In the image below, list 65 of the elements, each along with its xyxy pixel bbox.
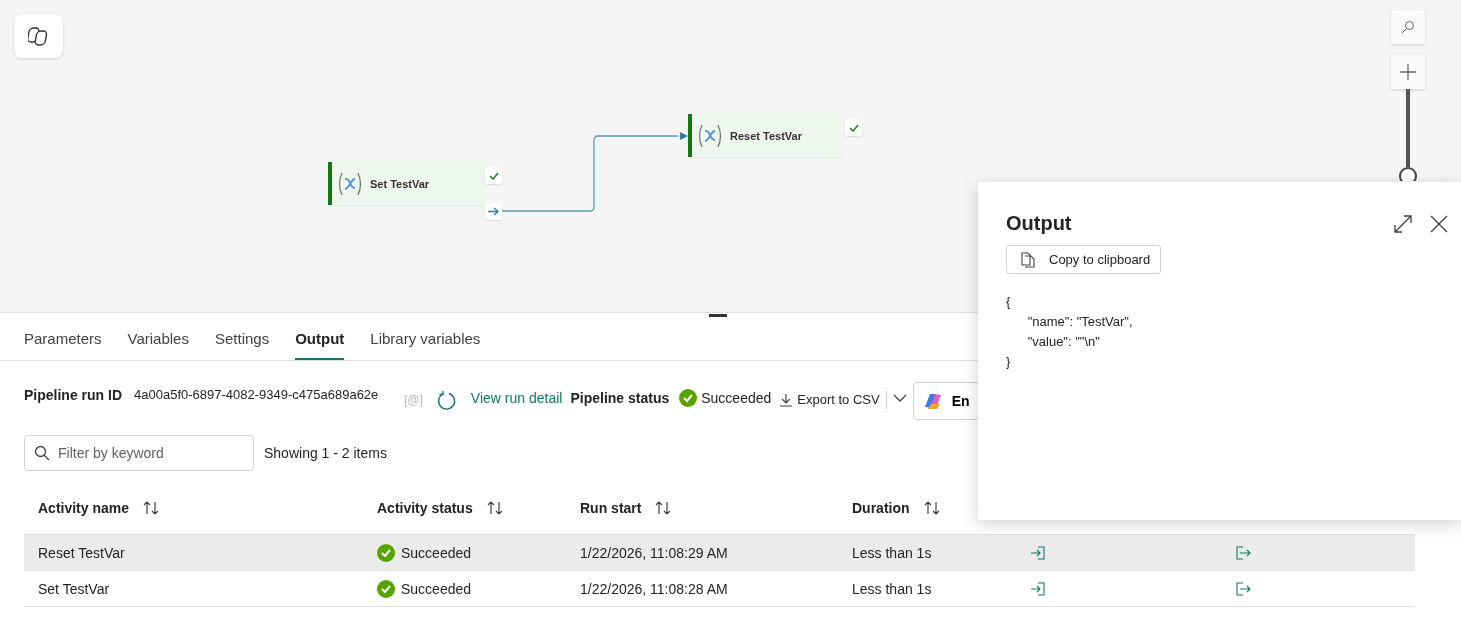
activity-node-name: Set TestVar: [370, 177, 430, 190]
sort-icon[interactable]: [923, 499, 940, 516]
column-header: Activity status: [377, 499, 473, 516]
sort-icon[interactable]: [655, 499, 672, 516]
item-count: Showing 1 - 2 items: [264, 445, 387, 461]
copy-to-clipboard-button[interactable]: Copy to clipboard: [1006, 245, 1162, 274]
search-icon: [1401, 20, 1415, 34]
copilot-action-button[interactable]: En: [912, 382, 979, 420]
tab[interactable]: Settings: [214, 313, 270, 360]
input-icon[interactable]: [1030, 581, 1046, 596]
arrow-icon: [488, 207, 499, 216]
column-header: Duration: [852, 499, 910, 516]
sort-icon[interactable]: [486, 499, 503, 516]
table-cell: Less than 1s: [852, 544, 932, 561]
table-row[interactable]: Reset TestVar Succeeded 1/22/2026, 11:08:29 AM Less than 1s: [24, 535, 1415, 571]
splitter-handle[interactable]: [709, 314, 727, 317]
column-header: Run start: [580, 499, 642, 516]
activity-node[interactable]: Set TestVar: [328, 162, 483, 205]
activity-node[interactable]: Reset TestVar: [688, 114, 843, 157]
table-cell: Reset TestVar: [38, 544, 125, 561]
variable-icon: [696, 122, 724, 149]
plus-icon: [1400, 64, 1416, 80]
table-row[interactable]: Set TestVar Succeeded 1/22/2026, 11:08:28 AM Less than 1s: [24, 571, 1415, 607]
input-icon[interactable]: [1030, 545, 1046, 560]
table-cell: Succeeded: [401, 580, 472, 597]
download-icon: [779, 392, 794, 407]
run-id: 4a00a5f0-6897-4082-9349-c475a689a62e: [134, 386, 380, 404]
tab[interactable]: Output: [295, 313, 345, 360]
variable-icon: [336, 170, 364, 197]
output-icon[interactable]: [1235, 581, 1251, 596]
check-icon: [488, 171, 499, 180]
run-id-label: Pipeline run ID: [24, 386, 122, 405]
success-icon: [377, 543, 395, 562]
export-csv-button[interactable]: Export to CSV: [779, 392, 880, 407]
copilot-button[interactable]: [14, 14, 63, 58]
column-header: Activity name: [38, 499, 130, 516]
close-icon[interactable]: [1429, 213, 1449, 234]
table-cell: Succeeded: [401, 544, 472, 561]
panel-title: Output: [1006, 212, 1072, 235]
pipeline-status: Succeeded: [701, 390, 772, 406]
success-icon: [377, 579, 395, 598]
table-cell: Less than 1s: [852, 580, 932, 597]
activity-node-name: Reset TestVar: [730, 129, 802, 142]
filter-field[interactable]: Filter by keyword: [24, 435, 254, 471]
sort-icon[interactable]: [143, 499, 160, 516]
view-run-detail-link[interactable]: View run detail: [470, 390, 563, 406]
output-icon[interactable]: [1235, 545, 1251, 560]
copilot-icon: [27, 26, 50, 46]
zoom-in-button[interactable]: [1391, 55, 1425, 89]
copy-icon: [1021, 251, 1035, 268]
tab[interactable]: Parameters: [24, 313, 102, 360]
search-button[interactable]: [1391, 10, 1425, 44]
success-icon: [679, 389, 698, 407]
zoom-slider-drawing[interactable]: [1398, 89, 1418, 181]
table-cell: Set TestVar: [38, 580, 110, 597]
refresh-icon[interactable]: [436, 391, 457, 411]
table-cell: 1/22/2026, 11:08:28 AM: [580, 580, 728, 597]
tab[interactable]: Variables: [127, 313, 189, 360]
tab[interactable]: Library variables: [370, 313, 481, 360]
pipeline-status-label: Pipeline status: [570, 390, 670, 406]
next-badge[interactable]: [485, 203, 502, 220]
table-cell: 1/22/2026, 11:08:29 AM: [580, 544, 728, 561]
output-json: { "name": "TestVar", "value": ""\n" }: [1006, 293, 1134, 371]
check-icon: [848, 123, 859, 132]
expand-icon[interactable]: [1393, 213, 1413, 234]
